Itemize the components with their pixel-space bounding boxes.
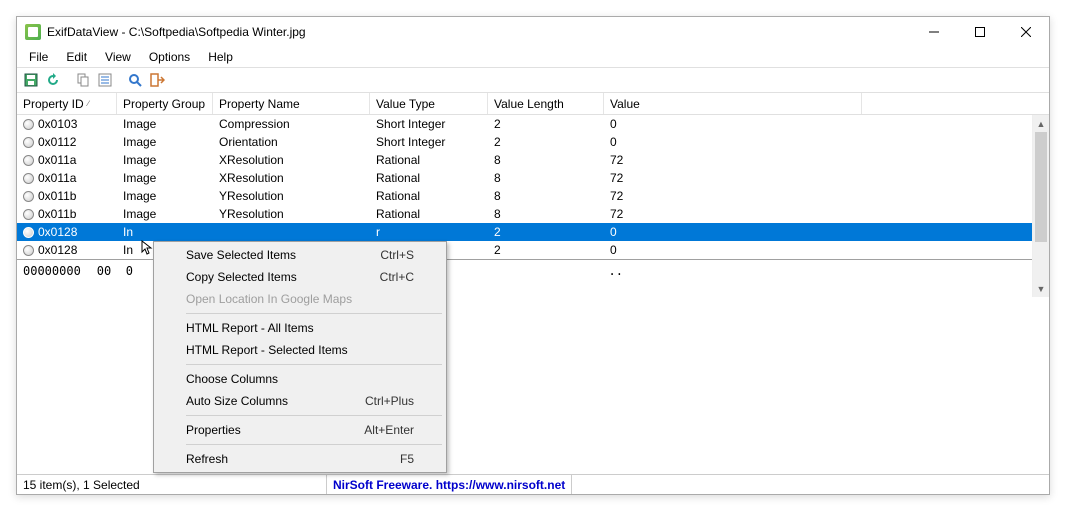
maximize-button[interactable]: [957, 17, 1003, 47]
ctx-html-all[interactable]: HTML Report - All Items: [156, 317, 444, 339]
ctx-properties[interactable]: PropertiesAlt+Enter: [156, 419, 444, 441]
properties-icon[interactable]: [95, 70, 115, 90]
menu-help[interactable]: Help: [200, 48, 241, 66]
find-icon[interactable]: [125, 70, 145, 90]
app-icon: [25, 24, 41, 40]
menu-options[interactable]: Options: [141, 48, 198, 66]
col-value[interactable]: Value: [604, 93, 862, 114]
scroll-up-icon[interactable]: ▲: [1033, 115, 1049, 132]
exit-icon[interactable]: [147, 70, 167, 90]
save-icon[interactable]: [21, 70, 41, 90]
row-icon: [23, 191, 34, 202]
window-title: ExifDataView - C:\Softpedia\Softpedia Wi…: [47, 25, 306, 39]
menu-view[interactable]: View: [97, 48, 139, 66]
col-property-name[interactable]: Property Name: [213, 93, 370, 114]
ctx-save-selected[interactable]: Save Selected ItemsCtrl+S: [156, 244, 444, 266]
table-row[interactable]: 0x011aImageXResolutionRational872: [17, 169, 1049, 187]
statusbar: 15 item(s), 1 Selected NirSoft Freeware.…: [17, 474, 1049, 494]
close-button[interactable]: [1003, 17, 1049, 47]
ctx-separator: [186, 364, 442, 365]
status-count: 15 item(s), 1 Selected: [17, 475, 327, 494]
status-link[interactable]: NirSoft Freeware. https://www.nirsoft.ne…: [327, 475, 572, 494]
col-property-group[interactable]: Property Group: [117, 93, 213, 114]
hex-offset: 00000000: [23, 264, 81, 426]
scroll-down-icon[interactable]: ▼: [1033, 280, 1049, 297]
table-row[interactable]: 0x011bImageYResolutionRational872: [17, 187, 1049, 205]
table-row[interactable]: 0x0112ImageOrientationShort Integer20: [17, 133, 1049, 151]
ctx-open-maps: Open Location In Google Maps: [156, 288, 444, 310]
sort-indicator-icon: ∕: [88, 99, 89, 108]
vertical-scrollbar[interactable]: ▲ ▼: [1032, 115, 1049, 297]
ctx-separator: [186, 415, 442, 416]
row-icon: [23, 227, 34, 238]
menubar: File Edit View Options Help: [17, 47, 1049, 67]
minimize-button[interactable]: [911, 17, 957, 47]
col-value-length[interactable]: Value Length: [488, 93, 604, 114]
grid-header: Property ID∕ Property Group Property Nam…: [17, 93, 1049, 115]
table-row[interactable]: 0x011aImageXResolutionRational872: [17, 151, 1049, 169]
row-icon: [23, 137, 34, 148]
col-property-id[interactable]: Property ID∕: [17, 93, 117, 114]
ctx-separator: [186, 313, 442, 314]
col-value-type[interactable]: Value Type: [370, 93, 488, 114]
row-icon: [23, 155, 34, 166]
table-row[interactable]: 0x0103ImageCompressionShort Integer20: [17, 115, 1049, 133]
scrollbar-thumb[interactable]: [1035, 132, 1047, 242]
row-icon: [23, 119, 34, 130]
refresh-icon[interactable]: [43, 70, 63, 90]
table-row[interactable]: 0x0128Inr20: [17, 223, 1049, 241]
hex-bytes: 00 0: [97, 264, 133, 426]
ctx-copy-selected[interactable]: Copy Selected ItemsCtrl+C: [156, 266, 444, 288]
ctx-auto-size-columns[interactable]: Auto Size ColumnsCtrl+Plus: [156, 390, 444, 412]
titlebar: ExifDataView - C:\Softpedia\Softpedia Wi…: [17, 17, 1049, 47]
table-row[interactable]: 0x011bImageYResolutionRational872: [17, 205, 1049, 223]
row-icon: [23, 245, 34, 256]
grid-body[interactable]: 0x0103ImageCompressionShort Integer200x0…: [17, 115, 1049, 259]
context-menu: Save Selected ItemsCtrl+S Copy Selected …: [153, 241, 447, 473]
menu-file[interactable]: File: [21, 48, 56, 66]
menu-edit[interactable]: Edit: [58, 48, 95, 66]
ctx-refresh[interactable]: RefreshF5: [156, 448, 444, 470]
row-icon: [23, 209, 34, 220]
ctx-separator: [186, 444, 442, 445]
ctx-html-selected[interactable]: HTML Report - Selected Items: [156, 339, 444, 361]
ctx-choose-columns[interactable]: Choose Columns: [156, 368, 444, 390]
toolbar: [17, 67, 1049, 93]
row-icon: [23, 173, 34, 184]
copy-icon[interactable]: [73, 70, 93, 90]
hex-ascii: ..: [609, 264, 623, 426]
